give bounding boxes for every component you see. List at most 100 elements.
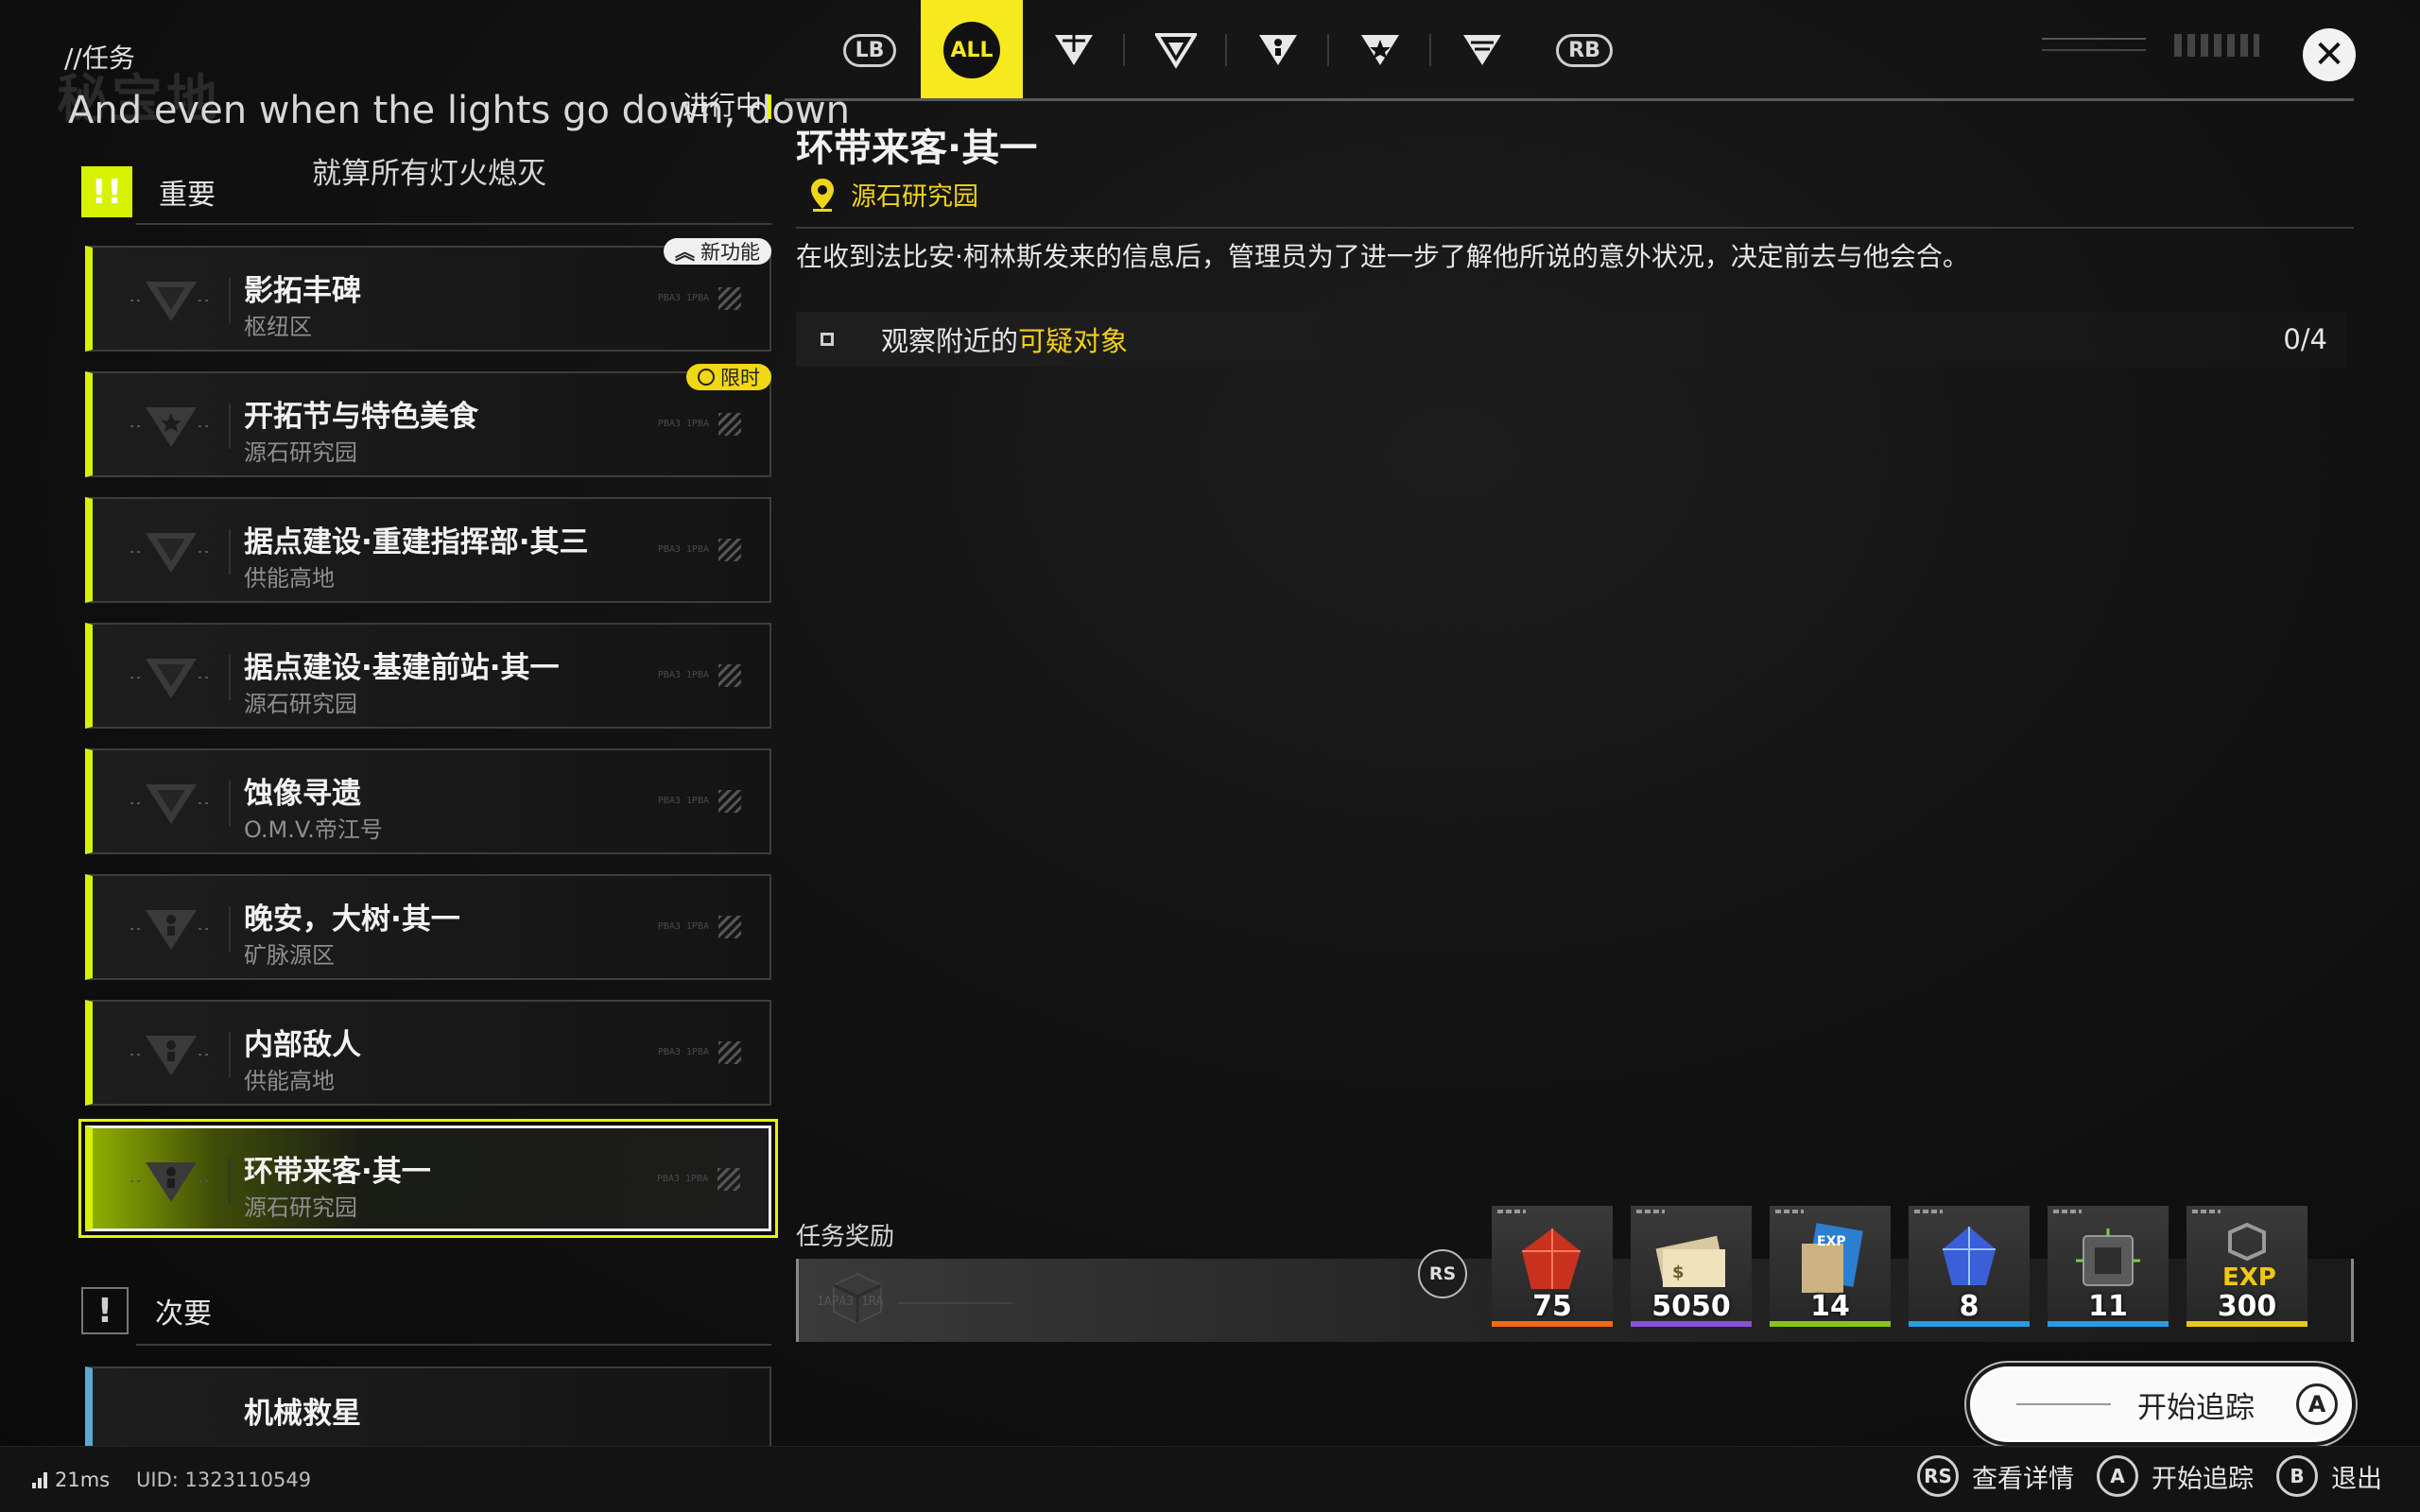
hint-start-tracking[interactable]: A 开始追踪: [2097, 1455, 2254, 1497]
detail-title: 环带来客·其一: [796, 127, 1038, 170]
detail-description: 在收到法比安·柯林斯发来的信息后，管理员为了进一步了解他所说的意外状况，决定前去…: [796, 241, 1969, 272]
quest-code: PBA3 1PBA: [656, 1174, 708, 1184]
quest-filter-tabs: LB ALL RB: [819, 0, 1635, 100]
reward-item-blue-crystal[interactable]: 8: [1909, 1206, 2030, 1327]
quest-location: 源石研究园: [244, 1194, 357, 1221]
reward-quantity: 14: [1810, 1290, 1850, 1323]
new-feature-badge: ︽ 新功能: [664, 238, 771, 265]
hint-exit[interactable]: B 退出: [2276, 1455, 2382, 1497]
rarity-stripe: [2048, 1321, 2169, 1327]
uid-label: UID: 1323110549: [136, 1469, 312, 1491]
quest-faction-icon: [130, 1162, 212, 1202]
quest-card[interactable]: 开拓节与特色美食 源石研究园 PBA3 1PBA 限时: [85, 364, 771, 477]
quest-card[interactable]: 据点建设·重建指挥部·其三 供能高地 PBA3 1PBA: [85, 497, 771, 603]
in-progress-tag: 进行中: [683, 85, 772, 123]
quest-faction-icon: [130, 282, 212, 321]
objective-text: 观察附近的可疑对象: [881, 319, 1128, 359]
hatch-icon: [718, 664, 741, 687]
quest-code: PBA3 1PBA: [657, 670, 709, 680]
in-progress-label: 进行中: [683, 90, 763, 121]
tab-rb[interactable]: RB: [1533, 0, 1635, 100]
subtitle-chinese: 就算所有灯火熄灭: [312, 157, 546, 191]
reward-item-currency-notes[interactable]: $5050: [1631, 1206, 1752, 1327]
quest-location: 供能高地: [244, 1068, 335, 1094]
blue-crystal-icon: [1943, 1227, 1996, 1285]
a-button-icon: A: [2296, 1383, 2338, 1425]
objective-progress: 0/4: [2283, 323, 2327, 355]
reward-item-exp-card[interactable]: EXP 14: [1770, 1206, 1891, 1327]
objective-highlight: 可疑对象: [1018, 325, 1129, 357]
clock-icon: [698, 369, 715, 386]
a-key-icon: A: [2097, 1455, 2138, 1497]
badge-label: 限时: [720, 367, 760, 389]
quest-card-minor[interactable]: 机械救星: [85, 1366, 771, 1446]
hud-decoration: [2042, 38, 2146, 51]
svg-text:EXP: EXP: [1817, 1234, 1846, 1249]
reward-ghost-line: [898, 1302, 1011, 1304]
quest-card[interactable]: 内部敌人 供能高地 PBA3 1PBA: [85, 1000, 771, 1106]
breadcrumb: //任务: [64, 43, 135, 74]
hint-view-details[interactable]: RS 查看详情: [1917, 1455, 2074, 1497]
quest-location: 枢纽区: [244, 314, 312, 340]
close-button[interactable]: ✕: [2303, 28, 2356, 81]
chip-module-icon: [2076, 1228, 2140, 1286]
hint-label: 退出: [2331, 1464, 2382, 1494]
svg-text:EXP: EXP: [2222, 1263, 2276, 1292]
exp-card-icon: EXP: [1802, 1223, 1863, 1293]
exp-token-icon: EXP: [2222, 1223, 2276, 1292]
quest-card-selected[interactable]: 环带来客·其一 源石研究园 PBA3 1PBA: [85, 1125, 771, 1231]
faction-star-icon: [1361, 35, 1399, 65]
quest-location: O.M.V.帝江号: [244, 816, 383, 843]
quest-faction-icon: [130, 784, 212, 824]
quest-card[interactable]: 蚀像寻遗 O.M.V.帝江号 PBA3 1PBA: [85, 748, 771, 854]
faction-lines-icon: [1463, 35, 1501, 65]
quest-title: 晚安，大树·其一: [244, 902, 460, 936]
detail-location: 源石研究园: [809, 176, 978, 213]
b-key-icon: B: [2276, 1455, 2318, 1497]
hint-label: 开始追踪: [2152, 1464, 2254, 1494]
detail-location-label: 源石研究园: [851, 182, 978, 212]
badge-label: 新功能: [700, 241, 760, 264]
quest-faction-icon: [130, 910, 212, 950]
hint-label: 查看详情: [1972, 1464, 2074, 1494]
lb-bumper-label: LB: [842, 33, 897, 67]
quest-location: 源石研究园: [244, 691, 357, 717]
quest-code: PBA3 1PBA: [657, 1047, 709, 1057]
controller-hints: RS 查看详情 A 开始追踪 B 退出: [1917, 1455, 2382, 1497]
start-tracking-button[interactable]: 开始追踪 A: [1970, 1366, 2352, 1442]
quest-card[interactable]: 晚安，大树·其一 矿脉源区 PBA3 1PBA: [85, 874, 771, 980]
close-icon: ✕: [2313, 33, 2345, 77]
section-minor-label: 次要: [155, 1297, 212, 1331]
reward-item-chip-module[interactable]: 11: [2048, 1206, 2169, 1327]
tab-faction-5[interactable]: [1431, 0, 1533, 100]
tab-endfield[interactable]: [1023, 0, 1125, 100]
hatch-icon: [718, 1041, 741, 1064]
rs-button[interactable]: RS: [1418, 1249, 1467, 1298]
quest-title: 影拓丰碑: [244, 274, 361, 308]
hatch-icon: [717, 1168, 740, 1191]
tab-faction-2[interactable]: [1125, 0, 1227, 100]
reward-item-exp-token[interactable]: EXP 300: [2187, 1206, 2308, 1327]
hatch-icon: [718, 413, 741, 436]
rarity-stripe: [2187, 1321, 2308, 1327]
tab-faction-3[interactable]: [1227, 0, 1329, 100]
reward-label: 任务奖励: [796, 1223, 895, 1251]
quest-location: 供能高地: [244, 565, 335, 592]
quest-card[interactable]: 据点建设·基建前站·其一 源石研究园 PBA3 1PBA: [85, 623, 771, 729]
tab-faction-4[interactable]: [1329, 0, 1431, 100]
reward-ghost-code: 1APA3 1RA: [817, 1295, 884, 1309]
tab-lb[interactable]: LB: [819, 0, 921, 100]
quest-code: PBA3 1PBA: [657, 544, 709, 555]
reward-quantity: 8: [1959, 1290, 1979, 1323]
currency-notes-icon: $: [1655, 1235, 1725, 1287]
tab-all[interactable]: ALL: [921, 0, 1023, 100]
faction-shield-icon: [1155, 33, 1197, 69]
location-pin-icon: [811, 178, 834, 212]
section-major: !! 重要: [81, 166, 216, 217]
quest-card[interactable]: 影拓丰碑 枢纽区 PBA3 1PBA ︽ 新功能: [85, 238, 771, 352]
section-divider: [136, 1344, 771, 1346]
start-tracking-label: 开始追踪: [2137, 1390, 2255, 1425]
rarity-stripe: [1492, 1321, 1613, 1327]
reward-item-red-crystal[interactable]: 75: [1492, 1206, 1613, 1327]
red-crystal-icon: [1522, 1228, 1581, 1289]
